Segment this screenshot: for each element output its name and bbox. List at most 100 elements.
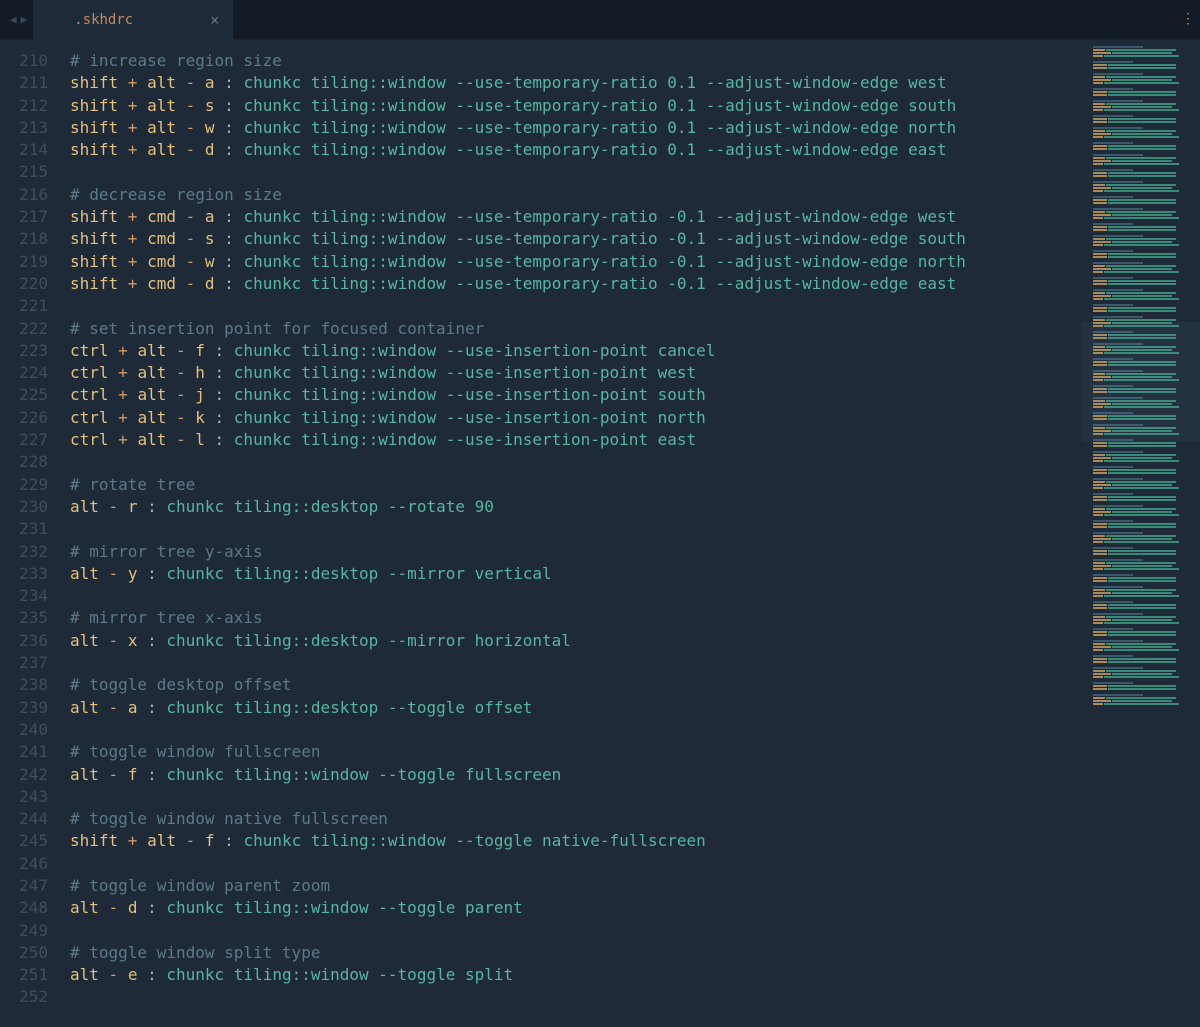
code-line[interactable]: ctrl + alt - l : chunkc tiling::window -… (70, 429, 1082, 451)
line-number: 222 (0, 318, 48, 340)
code-line[interactable]: # increase region size (70, 50, 1082, 72)
code-line[interactable]: # set insertion point for focused contai… (70, 318, 1082, 340)
minimap[interactable] (1082, 40, 1200, 1027)
line-number: 231 (0, 518, 48, 540)
code-line[interactable]: shift + cmd - d : chunkc tiling::window … (70, 273, 1082, 295)
nav-back-icon[interactable]: ◀ (10, 13, 17, 26)
code-line[interactable]: shift + alt - w : chunkc tiling::window … (70, 117, 1082, 139)
line-number: 233 (0, 563, 48, 585)
code-line[interactable]: # toggle desktop offset (70, 674, 1082, 696)
line-number: 225 (0, 384, 48, 406)
code-line[interactable]: alt - d : chunkc tiling::window --toggle… (70, 897, 1082, 919)
code-line[interactable]: # rotate tree (70, 474, 1082, 496)
line-number: 227 (0, 429, 48, 451)
code-line[interactable]: alt - r : chunkc tiling::desktop --rotat… (70, 496, 1082, 518)
code-line[interactable] (70, 920, 1082, 942)
code-line[interactable]: shift + alt - s : chunkc tiling::window … (70, 95, 1082, 117)
code-area[interactable]: # increase region sizeshift + alt - a : … (58, 50, 1082, 1027)
line-number: 219 (0, 251, 48, 273)
code-line[interactable]: alt - a : chunkc tiling::desktop --toggl… (70, 697, 1082, 719)
code-line[interactable] (70, 585, 1082, 607)
line-number: 236 (0, 630, 48, 652)
nav-forward-icon[interactable]: ▶ (21, 13, 28, 26)
code-line[interactable]: alt - y : chunkc tiling::desktop --mirro… (70, 563, 1082, 585)
line-number: 213 (0, 117, 48, 139)
line-number: 215 (0, 161, 48, 183)
code-line[interactable] (70, 853, 1082, 875)
code-line[interactable]: shift + cmd - s : chunkc tiling::window … (70, 228, 1082, 250)
code-line[interactable]: # toggle window native fullscreen (70, 808, 1082, 830)
code-line[interactable] (70, 295, 1082, 317)
code-line[interactable]: shift + alt - f : chunkc tiling::window … (70, 830, 1082, 852)
code-line[interactable]: ctrl + alt - j : chunkc tiling::window -… (70, 384, 1082, 406)
line-number: 251 (0, 964, 48, 986)
line-number: 242 (0, 764, 48, 786)
code-line[interactable] (70, 161, 1082, 183)
code-line[interactable] (70, 652, 1082, 674)
line-number: 229 (0, 474, 48, 496)
code-line[interactable]: # mirror tree x-axis (70, 607, 1082, 629)
line-number: 246 (0, 853, 48, 875)
code-line[interactable]: # toggle window split type (70, 942, 1082, 964)
code-line[interactable] (70, 986, 1082, 1008)
more-menu-icon[interactable]: ⋮ (1184, 11, 1190, 28)
line-number: 232 (0, 541, 48, 563)
line-number: 243 (0, 786, 48, 808)
line-number: 211 (0, 72, 48, 94)
code-line[interactable] (70, 518, 1082, 540)
code-line[interactable]: # decrease region size (70, 184, 1082, 206)
line-number: 210 (0, 50, 48, 72)
line-number: 240 (0, 719, 48, 741)
line-number: 230 (0, 496, 48, 518)
titlebar: ◀ ▶ .skhdrc × ⋮ (0, 0, 1200, 40)
code-line[interactable]: shift + alt - d : chunkc tiling::window … (70, 139, 1082, 161)
line-number: 244 (0, 808, 48, 830)
code-line[interactable]: shift + alt - a : chunkc tiling::window … (70, 72, 1082, 94)
file-tab[interactable]: .skhdrc × (33, 0, 233, 40)
line-number-gutter: 2102112122132142152162172182192202212222… (0, 50, 58, 1027)
line-number: 220 (0, 273, 48, 295)
tab-filename: .skhdrc (74, 12, 133, 28)
line-number: 216 (0, 184, 48, 206)
code-line[interactable]: ctrl + alt - f : chunkc tiling::window -… (70, 340, 1082, 362)
line-number: 226 (0, 407, 48, 429)
line-number: 228 (0, 451, 48, 473)
line-number: 223 (0, 340, 48, 362)
line-number: 235 (0, 607, 48, 629)
line-number: 221 (0, 295, 48, 317)
line-number: 217 (0, 206, 48, 228)
editor-wrap: 2102112122132142152162172182192202212222… (0, 40, 1200, 1027)
code-line[interactable] (70, 451, 1082, 473)
code-line[interactable]: # toggle window fullscreen (70, 741, 1082, 763)
code-line[interactable]: alt - x : chunkc tiling::desktop --mirro… (70, 630, 1082, 652)
code-line[interactable]: # mirror tree y-axis (70, 541, 1082, 563)
code-line[interactable]: ctrl + alt - k : chunkc tiling::window -… (70, 407, 1082, 429)
line-number: 241 (0, 741, 48, 763)
code-line[interactable] (70, 719, 1082, 741)
line-number: 237 (0, 652, 48, 674)
line-number: 224 (0, 362, 48, 384)
code-line[interactable]: shift + cmd - a : chunkc tiling::window … (70, 206, 1082, 228)
line-number: 252 (0, 986, 48, 1008)
code-line[interactable]: shift + cmd - w : chunkc tiling::window … (70, 251, 1082, 273)
line-number: 249 (0, 920, 48, 942)
line-number: 238 (0, 674, 48, 696)
line-number: 218 (0, 228, 48, 250)
line-number: 248 (0, 897, 48, 919)
line-number: 250 (0, 942, 48, 964)
code-line[interactable]: # toggle window parent zoom (70, 875, 1082, 897)
line-number: 239 (0, 697, 48, 719)
close-icon[interactable]: × (210, 11, 219, 29)
minimap-viewport[interactable] (1082, 322, 1200, 442)
code-line[interactable]: alt - e : chunkc tiling::window --toggle… (70, 964, 1082, 986)
nav-arrows: ◀ ▶ (10, 13, 27, 26)
line-number: 212 (0, 95, 48, 117)
editor[interactable]: 2102112122132142152162172182192202212222… (0, 40, 1082, 1027)
code-line[interactable]: ctrl + alt - h : chunkc tiling::window -… (70, 362, 1082, 384)
code-line[interactable]: alt - f : chunkc tiling::window --toggle… (70, 764, 1082, 786)
line-number: 247 (0, 875, 48, 897)
line-number: 245 (0, 830, 48, 852)
line-number: 234 (0, 585, 48, 607)
code-line[interactable] (70, 786, 1082, 808)
line-number: 214 (0, 139, 48, 161)
